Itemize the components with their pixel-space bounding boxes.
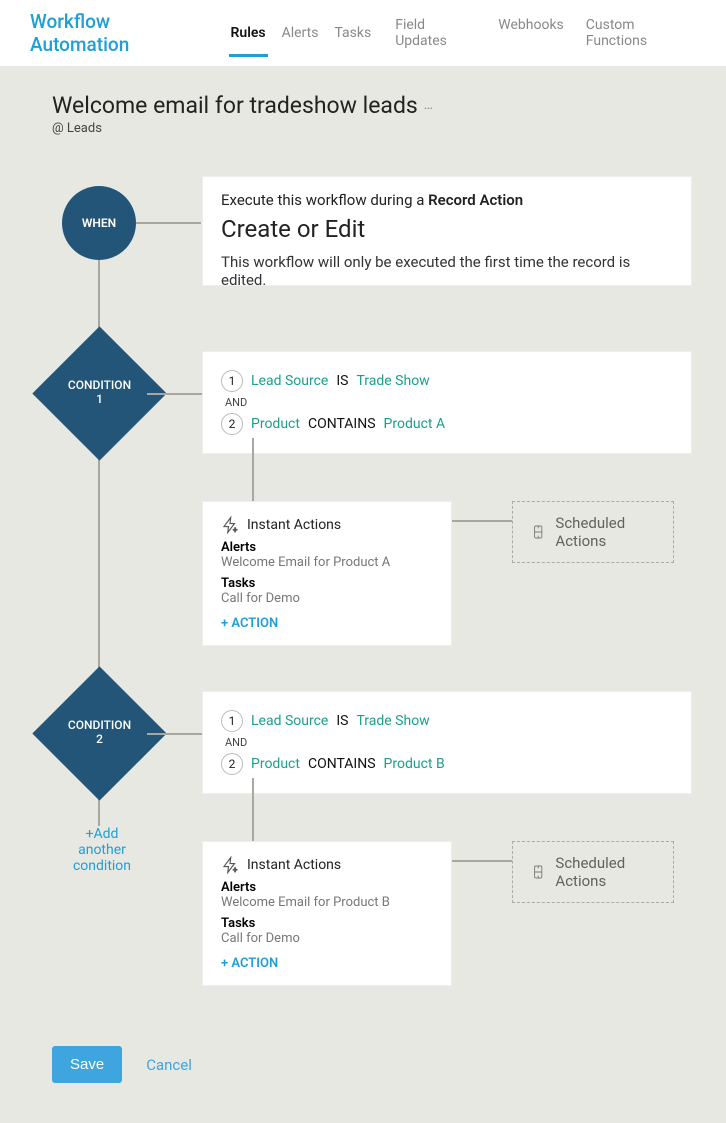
scheduled-actions-label: Scheduled Actions: [555, 514, 655, 550]
instant-actions-title: Instant Actions: [247, 857, 341, 873]
tab-custom-functions[interactable]: Custom Functions: [584, 11, 696, 55]
scheduled-actions-2[interactable]: Scheduled Actions: [512, 841, 674, 903]
rule-value: Product A: [384, 416, 446, 432]
instant-actions-title: Instant Actions: [247, 517, 341, 533]
when-label: WHEN: [82, 216, 116, 230]
cancel-button[interactable]: Cancel: [146, 1056, 192, 1074]
rule-row: 2 Product CONTAINS Product B: [221, 753, 673, 775]
workflow-canvas: WHEN Execute this workflow during a Reco…: [52, 166, 674, 1036]
connector-line: [252, 438, 254, 503]
rule-number: 2: [221, 413, 243, 435]
rule-value: Trade Show: [356, 713, 429, 729]
tab-tasks[interactable]: Tasks: [332, 19, 373, 47]
when-node: WHEN: [62, 186, 136, 260]
task-item[interactable]: Call for Demo: [221, 931, 433, 946]
instant-actions-panel-2[interactable]: + Instant Actions Alerts Welcome Email f…: [202, 841, 452, 986]
timer-icon: [531, 863, 545, 881]
rule-field: Product: [251, 756, 300, 772]
rule-row: 1 Lead Source IS Trade Show: [221, 710, 673, 732]
rule-op: IS: [336, 713, 348, 729]
svg-text:+: +: [233, 526, 237, 535]
rule-number: 2: [221, 753, 243, 775]
save-button[interactable]: Save: [52, 1046, 122, 1083]
rule-op: CONTAINS: [308, 756, 376, 772]
rule-value: Product B: [384, 756, 445, 772]
tab-field-updates[interactable]: Field Updates: [393, 11, 478, 55]
rule-field: Lead Source: [251, 713, 328, 729]
svg-text:+: +: [233, 866, 237, 875]
module-subtitle: @ Leads: [52, 121, 674, 136]
rule-op: IS: [336, 373, 348, 389]
rule-joiner: AND: [225, 736, 673, 749]
workflow-title: Welcome email for tradeshow leads: [52, 92, 418, 119]
tasks-label: Tasks: [221, 576, 433, 591]
more-menu-icon[interactable]: …: [424, 97, 434, 113]
lightning-icon: +: [221, 516, 239, 534]
top-nav: Workflow Automation Rules Alerts Tasks F…: [0, 0, 726, 66]
page: Welcome email for tradeshow leads … @ Le…: [0, 66, 726, 1123]
condition-label-2: CONDITION 2: [52, 718, 147, 746]
connector-line: [452, 860, 512, 862]
lightning-icon: +: [221, 856, 239, 874]
tab-webhooks[interactable]: Webhooks: [496, 11, 566, 55]
condition-panel-2[interactable]: 1 Lead Source IS Trade Show AND 2 Produc…: [202, 691, 692, 794]
timer-icon: [531, 523, 545, 541]
connector-line: [452, 520, 512, 522]
alert-item[interactable]: Welcome Email for Product B: [221, 895, 433, 910]
alerts-label: Alerts: [221, 540, 433, 555]
rule-row: 2 Product CONTAINS Product A: [221, 413, 673, 435]
connector-line: [147, 733, 202, 735]
rule-number: 1: [221, 370, 243, 392]
footer-actions: Save Cancel: [52, 1046, 674, 1083]
condition-panel-1[interactable]: 1 Lead Source IS Trade Show AND 2 Produc…: [202, 351, 692, 454]
add-action-button[interactable]: + ACTION: [221, 956, 433, 971]
brand-title: Workflow Automation: [30, 10, 209, 56]
rule-joiner: AND: [225, 396, 673, 409]
connector-line: [252, 778, 254, 843]
trigger-note: This workflow will only be executed the …: [221, 253, 673, 289]
condition-label-1: CONDITION 1: [52, 378, 147, 406]
trigger-context: Execute this workflow during a Record Ac…: [221, 191, 673, 209]
instant-actions-panel-1[interactable]: + Instant Actions Alerts Welcome Email f…: [202, 501, 452, 646]
rule-op: CONTAINS: [308, 416, 376, 432]
connector-line: [147, 393, 202, 395]
add-action-button[interactable]: + ACTION: [221, 616, 433, 631]
tasks-label: Tasks: [221, 916, 433, 931]
rule-value: Trade Show: [356, 373, 429, 389]
tab-rules[interactable]: Rules: [229, 19, 268, 47]
task-item[interactable]: Call for Demo: [221, 591, 433, 606]
add-condition-button[interactable]: +Add another condition: [62, 826, 142, 874]
scheduled-actions-1[interactable]: Scheduled Actions: [512, 501, 674, 563]
nav-tabs-left: Rules Alerts Tasks: [229, 19, 374, 47]
trigger-value: Create or Edit: [221, 215, 673, 243]
trigger-panel[interactable]: Execute this workflow during a Record Ac…: [202, 176, 692, 286]
tab-alerts[interactable]: Alerts: [280, 19, 321, 47]
rule-row: 1 Lead Source IS Trade Show: [221, 370, 673, 392]
nav-tabs-right: Field Updates Webhooks Custom Functions: [393, 11, 696, 55]
rule-number: 1: [221, 710, 243, 732]
alerts-label: Alerts: [221, 880, 433, 895]
scheduled-actions-label: Scheduled Actions: [555, 854, 655, 890]
rule-field: Product: [251, 416, 300, 432]
connector-line: [136, 222, 201, 224]
alert-item[interactable]: Welcome Email for Product A: [221, 555, 433, 570]
rule-field: Lead Source: [251, 373, 328, 389]
